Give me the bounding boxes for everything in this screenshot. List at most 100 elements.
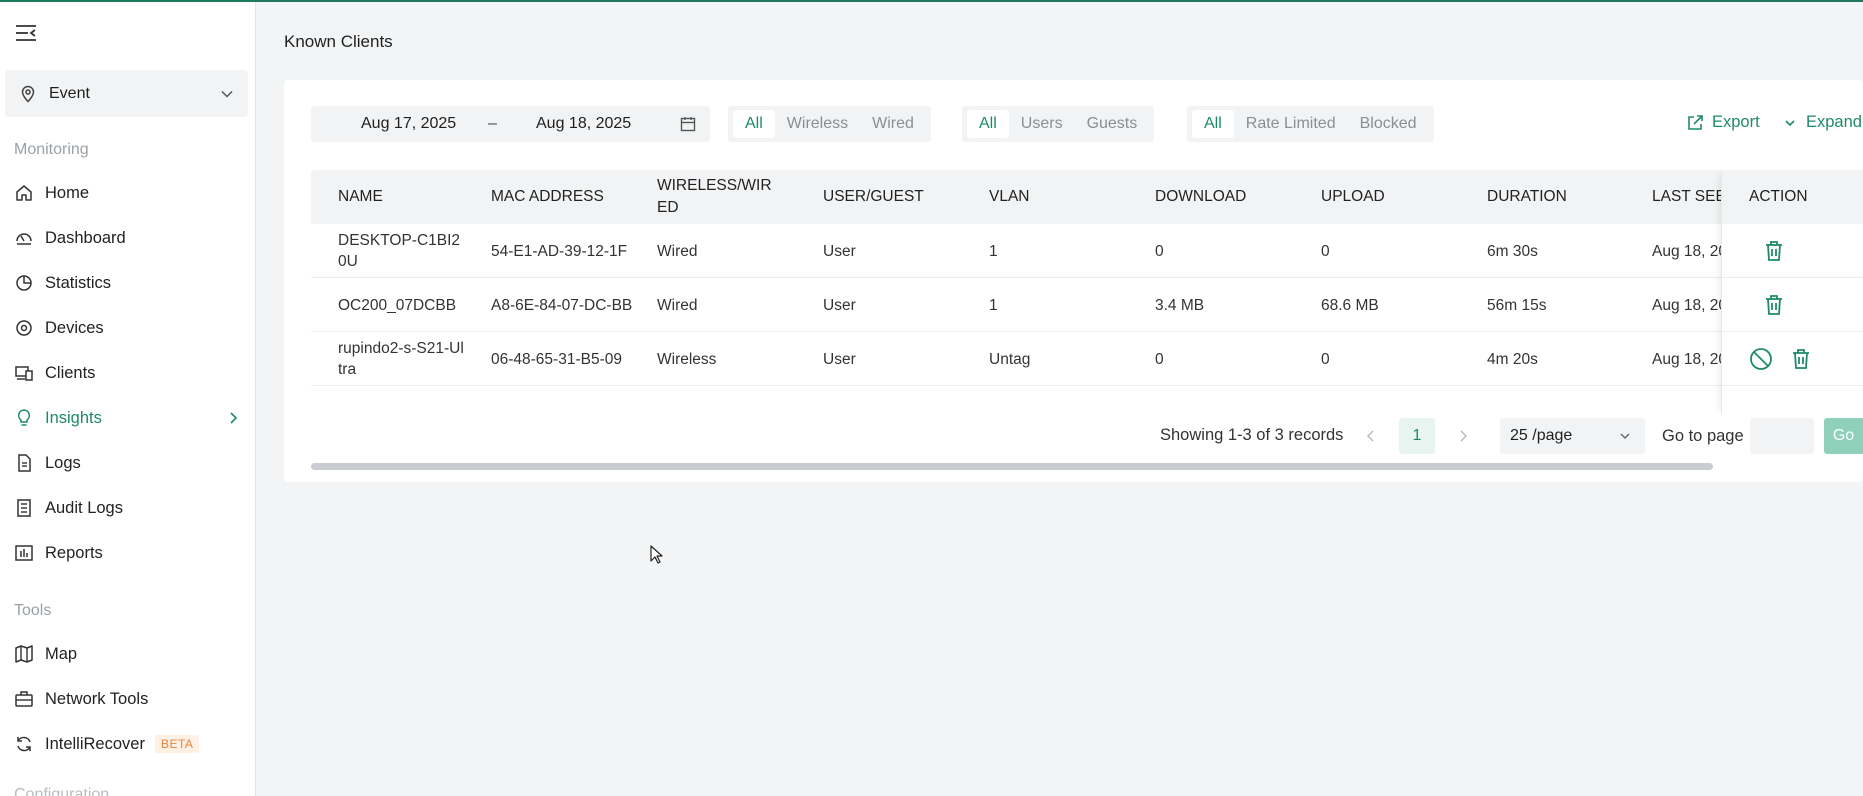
sidebar-item-label: Devices (45, 318, 104, 337)
records-summary: Showing 1-3 of 3 records (1160, 426, 1344, 444)
filter-connection-wired[interactable]: Wired (860, 110, 926, 138)
page-size-select[interactable]: 25 /page (1500, 418, 1645, 454)
delete-icon[interactable] (1762, 293, 1786, 317)
sidebar-item-dashboard[interactable]: Dashboard (0, 220, 255, 256)
audit-logs-icon (14, 498, 34, 518)
sidebar-item-map[interactable]: Map (0, 636, 255, 672)
sidebar-item-label: Reports (45, 543, 103, 562)
filter-type-guests[interactable]: Guests (1075, 110, 1150, 138)
column-header-user-guest[interactable]: USER/GUEST (823, 170, 963, 224)
collapse-sidebar-icon[interactable] (14, 22, 38, 44)
known-clients-card: Aug 17, 2025 – Aug 18, 2025 All Wireless… (284, 80, 1863, 482)
cell-upload: 0 (1321, 242, 1330, 260)
column-header-name[interactable]: NAME (338, 170, 478, 224)
action-cell (1722, 278, 1863, 332)
column-header-duration[interactable]: DURATION (1487, 170, 1627, 224)
filter-type-users[interactable]: Users (1009, 110, 1075, 138)
intellirecover-icon (14, 734, 34, 754)
horizontal-scrollbar[interactable] (311, 463, 1713, 470)
date-separator: – (488, 115, 497, 132)
top-accent-line (0, 0, 1863, 2)
chevron-right-icon[interactable] (1456, 428, 1470, 444)
column-header-connection[interactable]: WIRELESS/WIRED (657, 170, 779, 224)
sidebar-item-logs[interactable]: Logs (0, 445, 255, 481)
chevron-down-icon (1620, 433, 1630, 439)
sidebar-item-network-tools[interactable]: Network Tools (0, 681, 255, 717)
site-selector[interactable]: Event (5, 70, 248, 117)
cell-vlan: 1 (989, 242, 998, 260)
sidebar-item-audit-logs[interactable]: Audit Logs (0, 490, 255, 526)
sidebar-item-label: Audit Logs (45, 498, 123, 517)
date-range-picker[interactable]: Aug 17, 2025 – Aug 18, 2025 (311, 106, 710, 142)
cell-duration: 6m 30s (1487, 242, 1538, 260)
section-title-tools: Tools (14, 602, 52, 619)
cell-download: 3.4 MB (1155, 296, 1205, 314)
sidebar-item-home[interactable]: Home (0, 175, 255, 211)
column-header-mac[interactable]: MAC ADDRESS (491, 170, 631, 224)
table-header: NAME MAC ADDRESS WIRELESS/WIRED USER/GUE… (311, 170, 1863, 224)
chevron-left-icon[interactable] (1364, 428, 1378, 444)
sidebar-item-label: Dashboard (45, 228, 126, 247)
delete-icon[interactable] (1789, 347, 1813, 371)
sidebar-item-insights[interactable]: Insights (0, 400, 255, 436)
filter-status-blocked[interactable]: Blocked (1348, 110, 1429, 138)
statistics-icon (14, 273, 34, 293)
sidebar-item-label: Home (45, 183, 90, 202)
table-row[interactable]: OC200_07DCBB A8-6E-84-07-DC-BB Wired Use… (311, 278, 1863, 332)
cell-duration: 56m 15s (1487, 296, 1547, 314)
map-icon (14, 644, 34, 664)
sidebar-item-label: Network Tools (45, 689, 149, 708)
cell-duration: 4m 20s (1487, 350, 1538, 368)
chevron-down-icon (221, 90, 233, 98)
logs-icon (14, 453, 34, 473)
cell-name: rupindo2-s-S21-Ultra (338, 340, 464, 378)
sidebar-item-statistics[interactable]: Statistics (0, 265, 255, 301)
column-header-upload[interactable]: UPLOAD (1321, 170, 1461, 224)
calendar-icon (680, 117, 696, 132)
sidebar-item-label: Insights (45, 408, 102, 427)
cell-connection: Wired (657, 242, 698, 260)
column-header-vlan[interactable]: VLAN (989, 170, 1129, 224)
cell-mac: 06-48-65-31-B5-09 (491, 350, 622, 368)
go-button[interactable]: Go (1824, 418, 1863, 454)
reports-icon (14, 543, 34, 563)
action-cell (1722, 332, 1863, 386)
date-end: Aug 18, 2025 (536, 115, 632, 132)
cell-mac: 54-E1-AD-39-12-1F (491, 242, 628, 260)
network-tools-icon (14, 689, 34, 709)
cell-download: 0 (1155, 350, 1164, 368)
cell-download: 0 (1155, 242, 1164, 260)
cell-name: OC200_07DCBB (338, 296, 457, 314)
cell-vlan: 1 (989, 296, 998, 314)
page-size-value: 25 /page (1510, 427, 1573, 444)
cell-connection: Wireless (657, 350, 717, 368)
sidebar-item-label: Statistics (45, 273, 112, 292)
filter-type-all[interactable]: All (967, 110, 1009, 138)
site-name: Event (49, 84, 90, 102)
cell-user-guest: User (823, 350, 856, 368)
export-button[interactable]: Export (1686, 113, 1760, 132)
delete-icon[interactable] (1762, 239, 1786, 263)
sidebar-item-intellirecover[interactable]: IntelliRecover BETA (0, 726, 255, 762)
clients-icon (14, 363, 34, 383)
block-icon[interactable] (1749, 347, 1773, 371)
filter-connection-all[interactable]: All (733, 110, 775, 138)
sidebar: Event Monitoring Home Dashboard Statisti… (0, 2, 256, 796)
goto-page-input[interactable] (1750, 418, 1814, 454)
table-row[interactable]: rupindo2-s-S21-Ultra 06-48-65-31-B5-09 W… (311, 332, 1863, 386)
table-row[interactable]: DESKTOP-C1BI20U 54-E1-AD-39-12-1F Wired … (311, 224, 1863, 278)
sidebar-item-clients[interactable]: Clients (0, 355, 255, 391)
page-number-button[interactable]: 1 (1399, 418, 1435, 454)
export-icon (1688, 114, 1703, 130)
devices-icon (14, 318, 34, 338)
sidebar-item-devices[interactable]: Devices (0, 310, 255, 346)
sidebar-item-reports[interactable]: Reports (0, 535, 255, 571)
cell-user-guest: User (823, 242, 856, 260)
sidebar-item-label: IntelliRecover (45, 734, 145, 753)
filter-status-rate-limited[interactable]: Rate Limited (1234, 110, 1348, 138)
mouse-pointer-icon (650, 545, 663, 564)
filter-connection-wireless[interactable]: Wireless (775, 110, 860, 138)
expand-button[interactable]: Expand (1784, 113, 1862, 132)
column-header-download[interactable]: DOWNLOAD (1155, 170, 1295, 224)
filter-status-all[interactable]: All (1192, 110, 1234, 138)
